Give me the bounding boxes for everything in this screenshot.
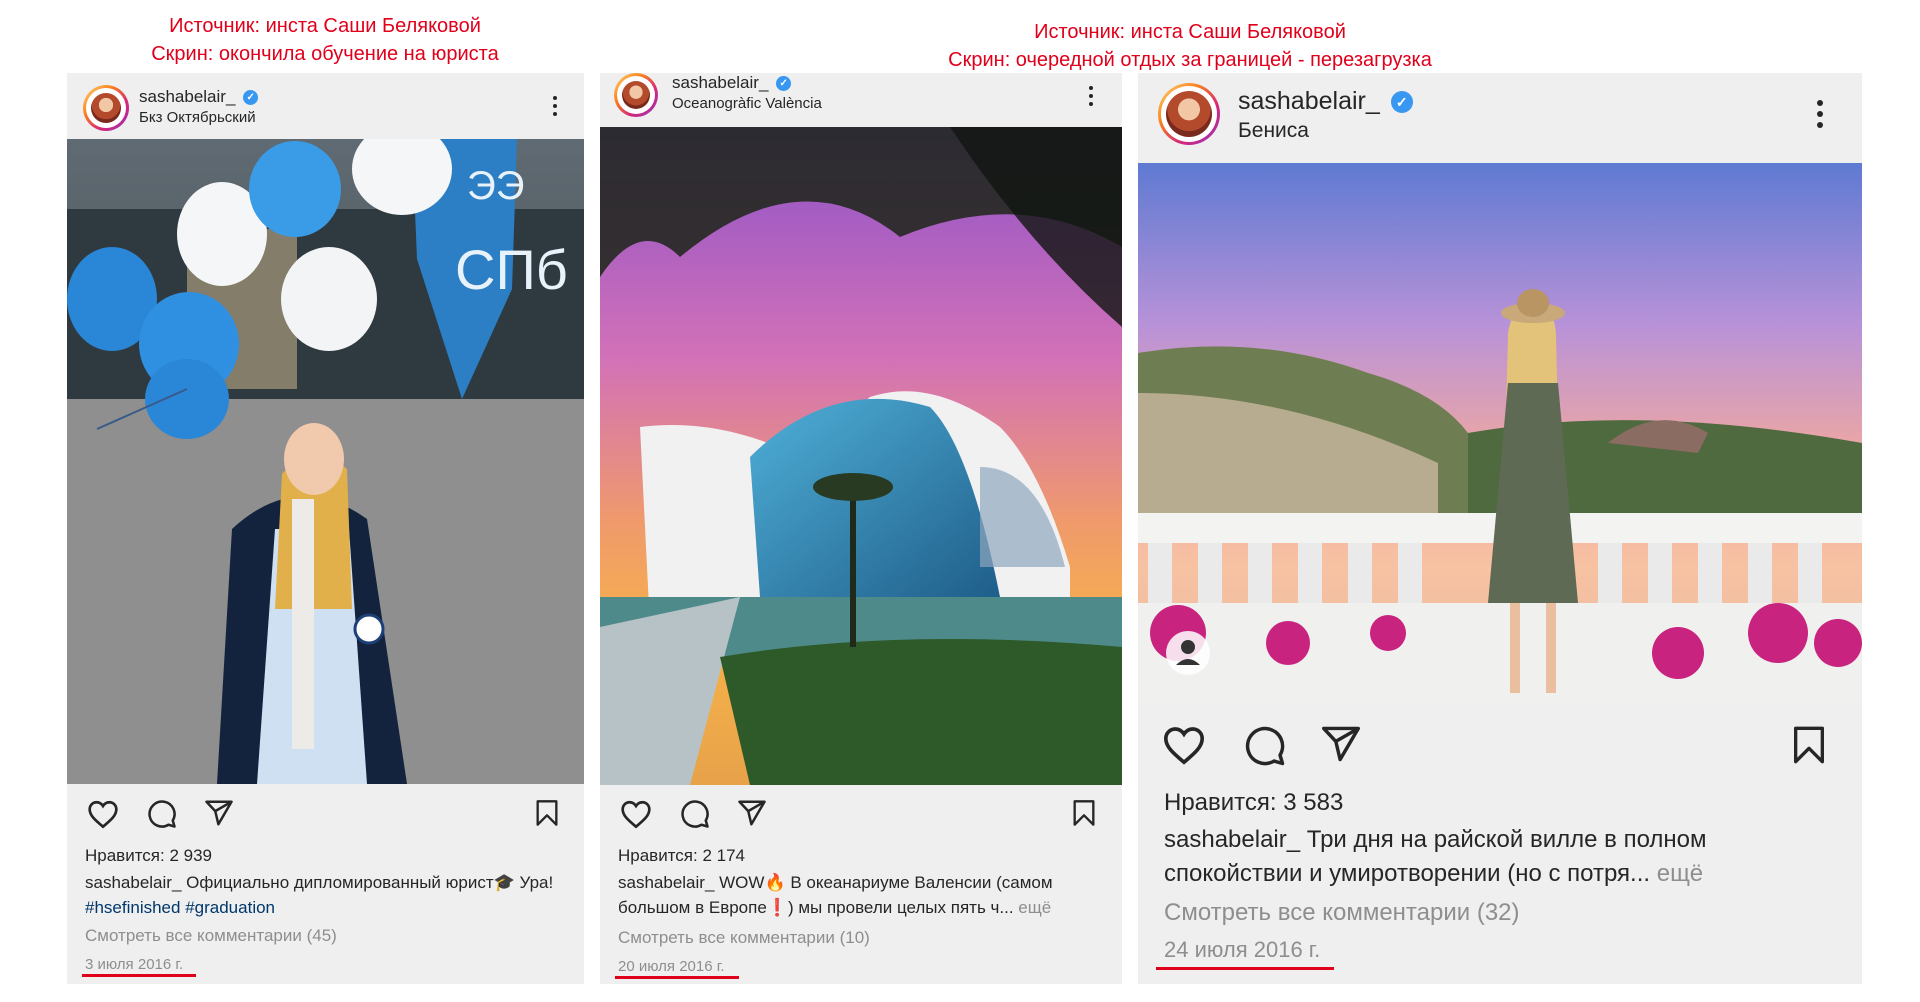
verified-icon: ✓ xyxy=(776,76,792,92)
comment-icon[interactable] xyxy=(147,799,177,829)
share-icon[interactable] xyxy=(737,799,767,827)
post-username-text[interactable]: sashabelair_ xyxy=(1238,87,1380,115)
source-caption-right-line2: Скрин: очередной отдых за границей - пер… xyxy=(948,49,1432,71)
post-actions xyxy=(1138,721,1862,769)
heart-icon[interactable] xyxy=(1162,725,1206,765)
post-location[interactable]: Бениса xyxy=(1238,119,1309,143)
post-username-text[interactable]: sashabelair_ xyxy=(139,87,235,106)
view-comments-link[interactable]: Смотреть все комментарии (32) xyxy=(1164,899,1520,927)
caption-username[interactable]: sashabelair_ xyxy=(1164,826,1300,853)
bookmark-icon[interactable] xyxy=(1792,725,1826,765)
post-date: 20 июля 2016 г. xyxy=(618,958,725,975)
avatar[interactable] xyxy=(83,85,129,131)
post-location[interactable]: Oceanogràfic València xyxy=(672,95,822,112)
date-underline xyxy=(1156,967,1334,970)
post-location[interactable]: Бкз Октябрьский xyxy=(139,109,256,126)
likes-count[interactable]: Нравится: 3 583 xyxy=(1164,789,1343,817)
verified-icon: ✓ xyxy=(1390,91,1413,114)
date-underline xyxy=(615,976,739,979)
post-username-text[interactable]: sashabelair_ xyxy=(672,73,768,92)
post-caption: sashabelair_ Три дня на райской вилле в … xyxy=(1164,823,1844,891)
bookmark-icon[interactable] xyxy=(535,799,559,827)
post-photo[interactable]: СПб ЭЭ xyxy=(67,139,584,784)
avatar[interactable] xyxy=(1158,83,1220,145)
verified-icon: ✓ xyxy=(243,90,259,106)
more-options-icon[interactable] xyxy=(552,95,558,119)
post-username[interactable]: sashabelair_ ✓ xyxy=(139,87,259,107)
oceanografic-photo xyxy=(600,127,1122,785)
post-caption: sashabelair_ WOW🔥 В океанариуме Валенсии… xyxy=(618,870,1113,920)
caption-username[interactable]: sashabelair_ xyxy=(85,873,181,892)
caption-username[interactable]: sashabelair_ xyxy=(618,873,714,892)
post-actions xyxy=(600,795,1122,831)
banner-text-spb: СПб xyxy=(455,238,568,301)
caption-more-link[interactable]: ещё xyxy=(1650,860,1703,887)
bookmark-icon[interactable] xyxy=(1072,799,1096,827)
instagram-post-graduation: sashabelair_ ✓ Бкз Октябрьский СПб ЭЭ Нр… xyxy=(67,73,584,984)
share-icon[interactable] xyxy=(204,799,234,827)
caption-body: Официально дипломированный юрист🎓 Ура! xyxy=(181,873,554,892)
heart-icon[interactable] xyxy=(620,799,652,829)
post-caption: sashabelair_ Официально дипломированный … xyxy=(85,870,575,920)
graduation-photo: СПб ЭЭ xyxy=(67,139,584,784)
benissa-photo xyxy=(1138,163,1862,703)
avatar[interactable] xyxy=(614,73,658,117)
comment-icon[interactable] xyxy=(680,799,710,829)
share-icon[interactable] xyxy=(1320,725,1362,763)
likes-count[interactable]: Нравится: 2 939 xyxy=(85,846,212,866)
caption-more-link[interactable]: ещё xyxy=(1014,898,1051,917)
source-caption-left: Источник: инста Саши Беляковой Скрин: ок… xyxy=(130,12,520,68)
comment-icon[interactable] xyxy=(1244,725,1286,767)
source-caption-right: Источник: инста Саши Беляковой Скрин: оч… xyxy=(900,18,1480,74)
instagram-post-benissa: sashabelair_ ✓ Бениса Нравится: 3 583 sa… xyxy=(1138,73,1862,984)
view-comments-link[interactable]: Смотреть все комментарии (45) xyxy=(85,926,337,946)
source-caption-right-line1: Источник: инста Саши Беляковой xyxy=(1034,21,1346,43)
more-options-icon[interactable] xyxy=(1088,85,1094,109)
likes-count[interactable]: Нравится: 2 174 xyxy=(618,846,745,866)
hashtag-graduation[interactable]: #graduation xyxy=(185,898,275,917)
date-underline xyxy=(82,974,196,977)
heart-icon[interactable] xyxy=(87,799,119,829)
hashtag-hsefinished[interactable]: #hsefinished xyxy=(85,898,180,917)
banner-text-top: ЭЭ xyxy=(467,164,525,208)
post-date: 3 июля 2016 г. xyxy=(85,956,184,973)
post-photo[interactable] xyxy=(600,127,1122,785)
post-photo[interactable] xyxy=(1138,163,1862,703)
more-options-icon[interactable] xyxy=(1816,99,1824,131)
instagram-post-oceanografic: sashabelair_ ✓ Oceanogràfic València Нра… xyxy=(600,73,1122,984)
source-caption-left-line1: Источник: инста Саши Беляковой xyxy=(169,15,481,37)
view-comments-link[interactable]: Смотреть все комментарии (10) xyxy=(618,928,870,948)
source-caption-left-line2: Скрин: окончила обучение на юриста xyxy=(151,43,499,65)
post-username[interactable]: sashabelair_ ✓ xyxy=(1238,87,1413,116)
post-username[interactable]: sashabelair_ ✓ xyxy=(672,73,792,93)
post-date: 24 июля 2016 г. xyxy=(1164,937,1321,962)
post-actions xyxy=(67,795,584,831)
